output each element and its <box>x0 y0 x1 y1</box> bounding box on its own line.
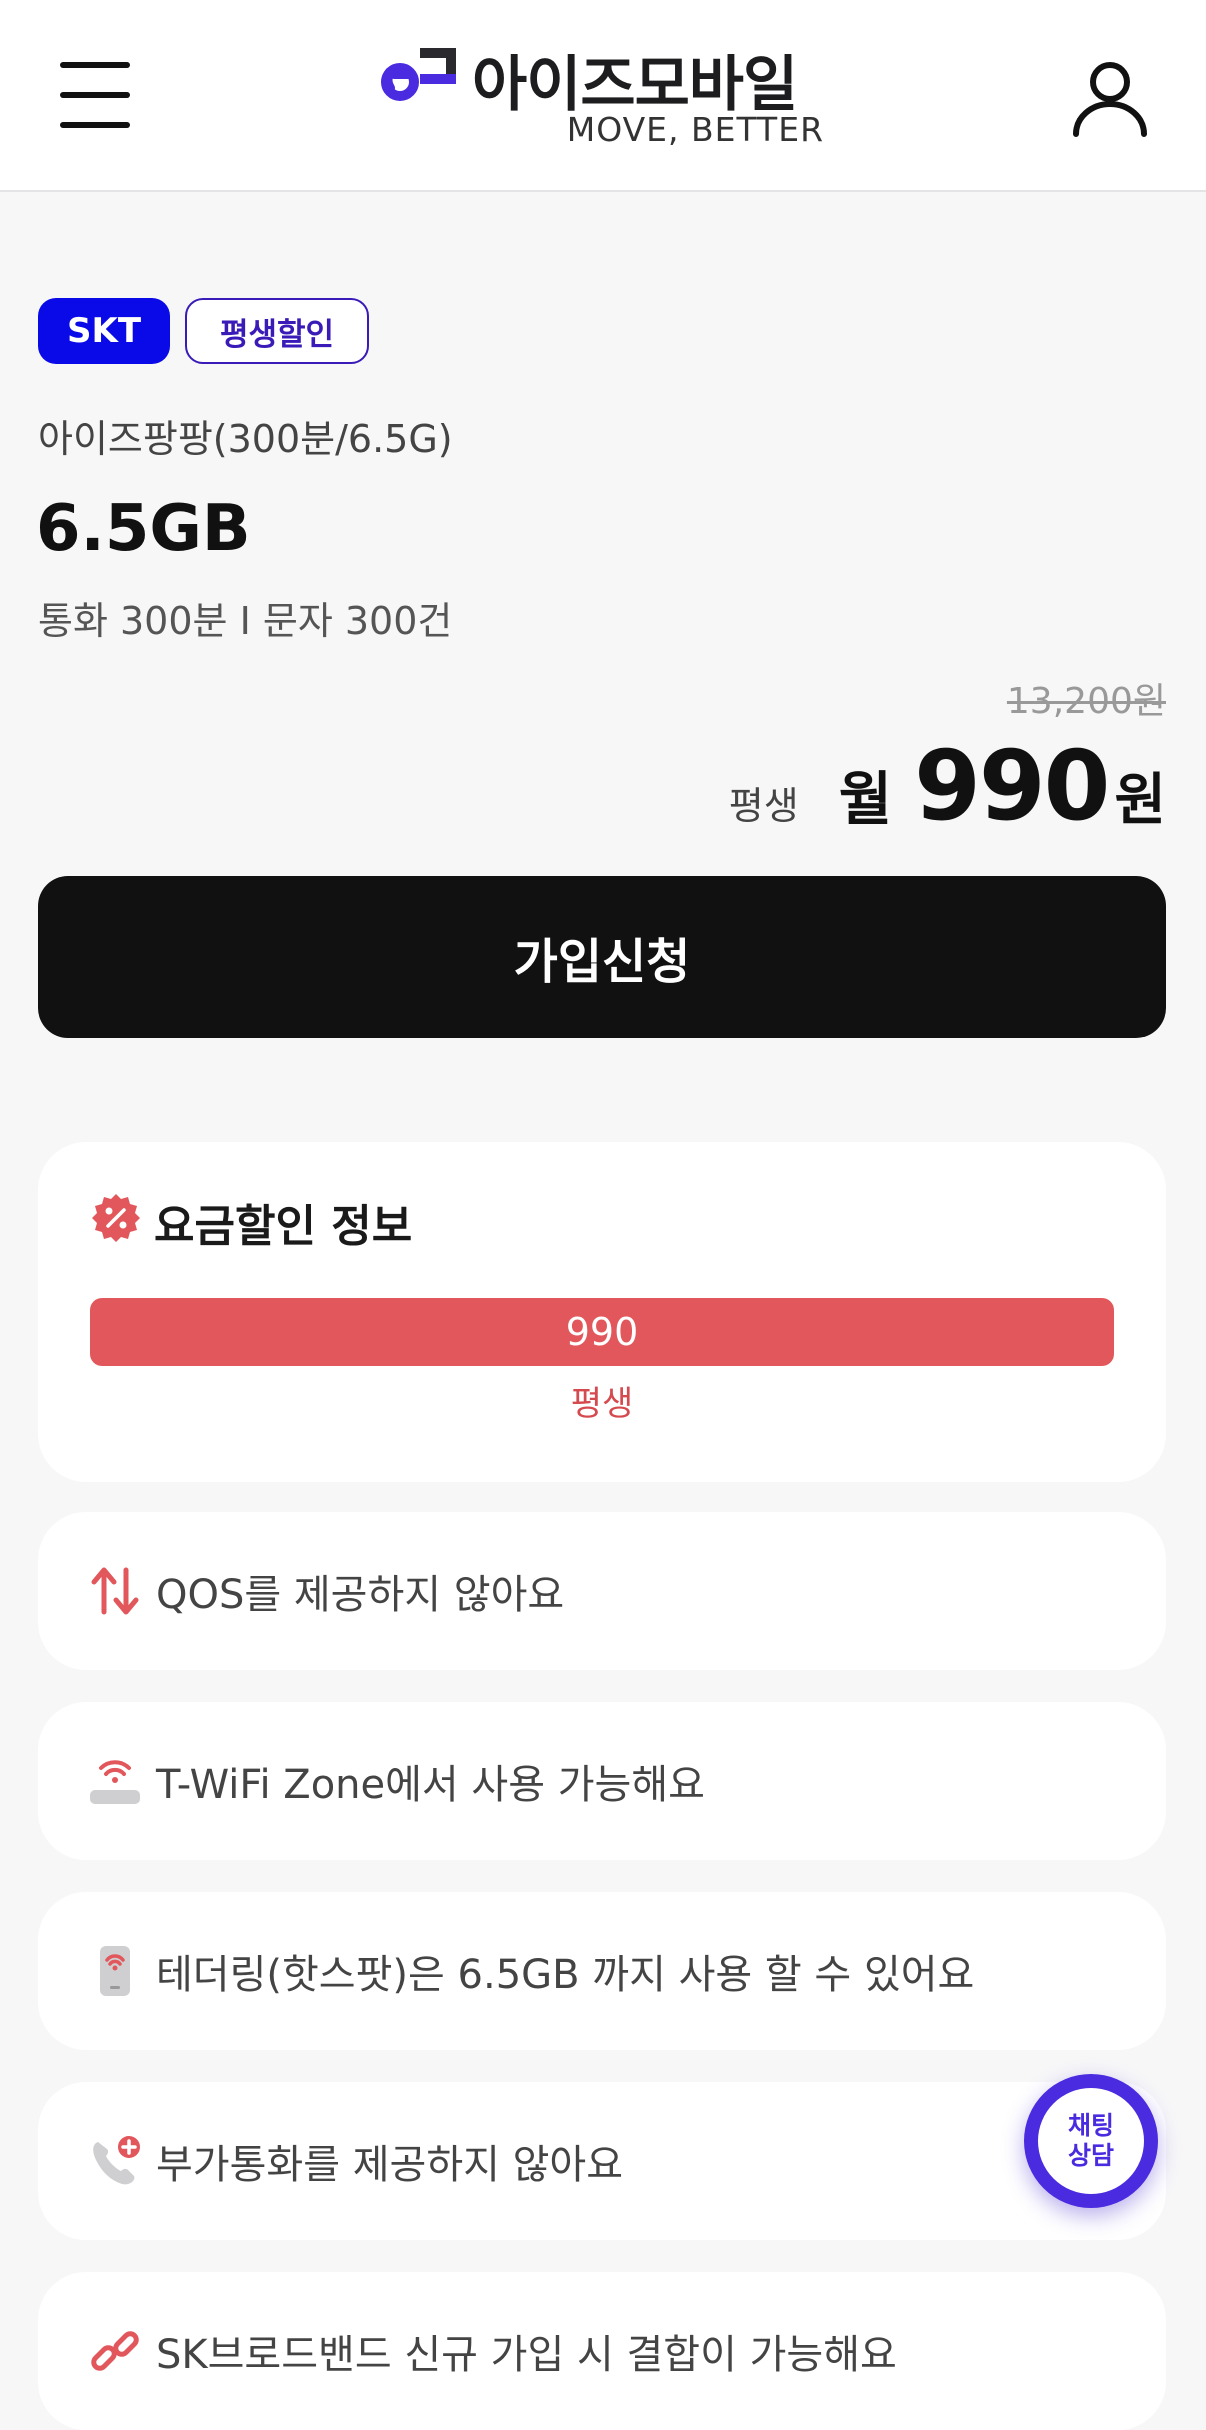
feature-card-tethering: 테더링(핫스팟)은 6.5GB 까지 사용 할 수 있어요 <box>38 1892 1166 2050</box>
price-period-label: 평생 <box>728 784 799 828</box>
original-price: 13,200원 <box>1006 681 1166 722</box>
feature-card-bundle: SK브로드밴드 신규 가입 시 결합이 가능해요 <box>38 2272 1166 2430</box>
feature-card-qos: QOS를 제공하지 않아요 <box>38 1512 1166 1670</box>
price-unit: 원 <box>1114 768 1166 833</box>
feature-text: 테더링(핫스팟)은 6.5GB 까지 사용 할 수 있어요 <box>156 1952 975 1998</box>
discount-bar-value: 990 <box>565 1310 639 1354</box>
top-header: 아이즈모바일 MOVE, BETTER <box>0 0 1206 192</box>
hotspot-phone-icon <box>100 1946 130 1996</box>
hamburger-menu-icon[interactable] <box>60 62 130 132</box>
chat-consult-button[interactable]: 채팅 상담 <box>1024 2074 1158 2208</box>
chat-label-line1: 채팅 <box>1067 2111 1114 2140</box>
discount-info-title: 요금할인 정보 <box>154 1201 413 1252</box>
price-value: 990 <box>914 730 1110 842</box>
chat-bubble-icon: 채팅 상담 <box>1038 2088 1144 2194</box>
discount-badge-icon <box>92 1194 140 1242</box>
discount-info-card: 요금할인 정보 990 평생 <box>38 1142 1166 1482</box>
chat-label-line2: 상담 <box>1067 2141 1114 2170</box>
logo-tagline: MOVE, BETTER <box>566 110 824 149</box>
price-month-label: 월 <box>838 765 893 833</box>
discount-badge: 평생할인 <box>185 298 369 364</box>
plan-name: 아이즈팡팡(300분/6.5G) <box>38 417 453 461</box>
feature-text: 부가통화를 제공하지 않아요 <box>156 2142 624 2188</box>
voice-sms-info: 통화 300분 I 문자 300건 <box>38 599 453 643</box>
feature-card-wifi: T-WiFi Zone에서 사용 가능해요 <box>38 1702 1166 1860</box>
feature-text: T-WiFi Zone에서 사용 가능해요 <box>156 1762 705 1808</box>
logo-mark-icon <box>381 48 456 101</box>
phone-plus-icon <box>93 2136 140 2185</box>
link-icon <box>91 2331 139 2371</box>
price-row: 평생 월 990 원 <box>728 730 1166 842</box>
feature-card-extra-call: 부가통화를 제공하지 않아요 <box>38 2082 1166 2240</box>
user-icon[interactable] <box>1070 58 1150 138</box>
wifi-router-icon <box>90 1760 140 1804</box>
discount-bar-label: 평생 <box>570 1384 634 1424</box>
feature-text: SK브로드밴드 신규 가입 시 결합이 가능해요 <box>156 2332 897 2378</box>
join-button[interactable]: 가입신청 <box>38 876 1166 1038</box>
brand-logo[interactable]: 아이즈모바일 MOVE, BETTER <box>380 36 840 156</box>
data-amount: 6.5GB <box>36 492 251 566</box>
discount-bar: 990 <box>90 1298 1114 1366</box>
up-down-arrows-icon <box>91 1567 139 1615</box>
carrier-badge: SKT <box>38 298 170 364</box>
feature-text: QOS를 제공하지 않아요 <box>156 1572 565 1618</box>
